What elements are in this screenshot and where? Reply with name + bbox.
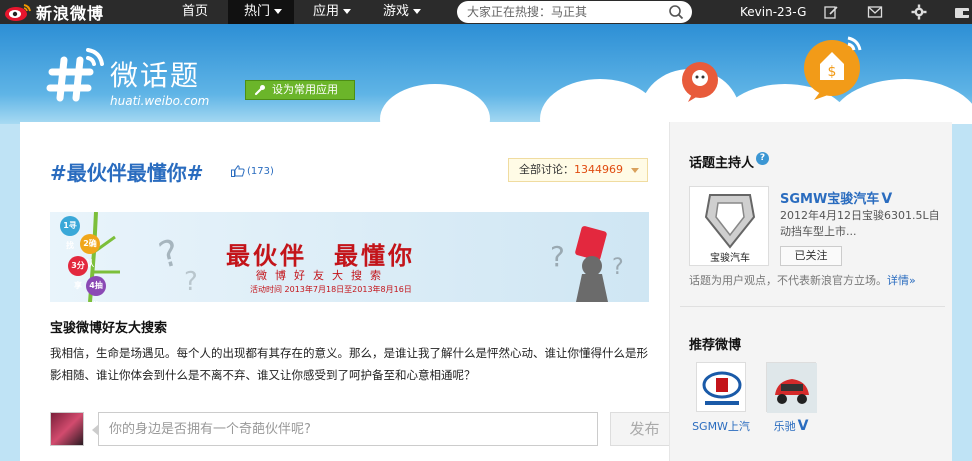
- host-description: 2012年4月12日宝骏6301.5L自动挡车型上市...: [780, 209, 940, 238]
- wallet-icon[interactable]: [954, 4, 970, 20]
- chevron-down-icon: [631, 168, 639, 173]
- promo-subtitle: 微博好友大搜索: [256, 269, 389, 282]
- edit-icon[interactable]: [823, 4, 839, 20]
- nav-hot[interactable]: 热门: [228, 0, 294, 24]
- gear-icon[interactable]: [911, 4, 927, 20]
- logo-text: 新浪微博: [36, 4, 105, 23]
- verified-v-icon: V: [881, 191, 893, 207]
- svg-text:?: ?: [155, 232, 184, 277]
- nav-apps[interactable]: 应用: [313, 0, 373, 24]
- section-title: 宝骏微博好友大搜索: [50, 321, 168, 336]
- svg-text:?: ?: [612, 255, 624, 280]
- app-title: 微话题: [110, 59, 201, 92]
- svg-text:?: ?: [184, 267, 198, 296]
- composer-input[interactable]: [98, 412, 598, 446]
- ghost-mascot-icon: [682, 62, 718, 102]
- top-nav: 新浪微博 首页 热门 应用 游戏 Kevin-23-G: [0, 0, 972, 24]
- host-logo[interactable]: 宝骏汽车: [689, 186, 769, 266]
- wrench-icon: [254, 85, 265, 96]
- svg-text:?: ?: [550, 240, 565, 273]
- recommend-name: SGMW上汽: [692, 420, 750, 433]
- question-mark-deco-icon: ? ?: [155, 232, 198, 296]
- topic-title: #最伙伴最懂你#: [50, 161, 204, 185]
- avatar[interactable]: [50, 412, 84, 446]
- mail-icon[interactable]: [867, 4, 883, 20]
- nav-home[interactable]: 首页: [175, 0, 215, 24]
- weibo-eye-icon: [5, 4, 31, 21]
- thumbs-up-icon: [231, 165, 245, 177]
- recommend-heading: 推荐微博: [689, 338, 742, 353]
- discuss-label: 全部讨论：: [519, 163, 574, 176]
- home-money-mascot-icon: $: [804, 36, 862, 100]
- details-link[interactable]: 详情»: [887, 274, 916, 287]
- chevron-down-icon: [274, 9, 283, 14]
- recommend-item[interactable]: 乐驰 V: [756, 362, 826, 434]
- recommend-avatar: [766, 362, 817, 413]
- weibo-logo[interactable]: 新浪微博: [4, 2, 105, 23]
- post-composer: 发布: [50, 412, 679, 446]
- hashtag-wifi-logo-icon: [46, 48, 104, 102]
- host-heading: 话题主持人?: [689, 152, 770, 171]
- search-icon[interactable]: [668, 4, 684, 20]
- search-input[interactable]: [467, 3, 657, 21]
- host-name-link[interactable]: SGMW宝骏汽车 V: [780, 188, 892, 207]
- step-bubble: 1寻找: [60, 216, 80, 250]
- promo-headline: 最伙伴 最懂你: [226, 242, 415, 270]
- recommend-avatar: [696, 362, 746, 412]
- promo-characters-graphic: ? ?: [550, 226, 624, 302]
- topic-description: 我相信，生命是场遇见。每个人的出现都有其存在的意义。那么，是谁让我了解什么是怦然…: [50, 346, 648, 382]
- topic-main-panel: #最伙伴最懂你# (173) 全部讨论：1344969 1寻找 2确认 3分享 …: [20, 122, 679, 461]
- like-button[interactable]: (173): [231, 165, 274, 177]
- step-bubble: 4抽奖: [86, 276, 106, 302]
- username-link[interactable]: Kevin-23-G: [740, 0, 806, 24]
- sgmw-logo-icon: [702, 371, 742, 405]
- svg-text:$: $: [828, 64, 837, 80]
- discuss-count: 1344969: [574, 163, 623, 176]
- divider: [680, 306, 945, 307]
- decor-cloud: [380, 84, 490, 124]
- verified-v-icon: V: [797, 418, 809, 434]
- promo-date: 活动时间 2013年7月18日至2013年8月16日: [250, 285, 412, 294]
- like-count: (173): [247, 165, 274, 177]
- baojun-shield-icon: 宝骏汽车: [704, 194, 756, 264]
- promo-banner[interactable]: 1寻找 2确认 3分享 4抽奖 ? ? 最伙伴 最懂你 微博好友大搜索 活动时间…: [50, 212, 649, 302]
- recommend-item[interactable]: SGMW上汽: [686, 362, 756, 434]
- step-bubble: 2确认: [80, 234, 100, 268]
- set-common-app-button[interactable]: 设为常用应用: [245, 80, 355, 100]
- all-discussions-dropdown[interactable]: 全部讨论：1344969: [508, 158, 648, 182]
- followed-button[interactable]: 已关注: [780, 246, 842, 266]
- step-bubble: 3分享: [68, 256, 88, 290]
- disclaimer: 话题为用户观点，不代表新浪官方立场。详情»: [689, 274, 916, 287]
- red-car-icon: [767, 363, 817, 413]
- recommend-name: 乐驰 V: [773, 418, 809, 434]
- help-icon[interactable]: ?: [756, 152, 770, 165]
- chevron-down-icon: [343, 9, 352, 14]
- right-sidebar: 话题主持人? 宝骏汽车 SGMW宝骏汽车 V 2012年4月12日宝骏6301.5…: [669, 122, 952, 461]
- chevron-down-icon: [413, 9, 422, 14]
- nav-games[interactable]: 游戏: [383, 0, 443, 24]
- app-domain: huati.weibo.com: [110, 94, 210, 108]
- topic-header-banner: $ 微话题 huati.weibo.com 设为常用应用: [0, 24, 972, 124]
- logo-text: 宝骏汽车: [710, 251, 750, 264]
- search-box: [457, 1, 692, 23]
